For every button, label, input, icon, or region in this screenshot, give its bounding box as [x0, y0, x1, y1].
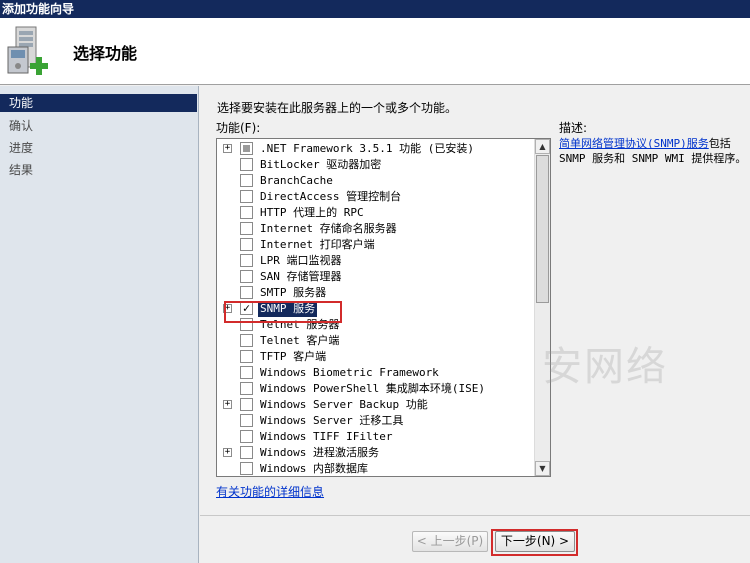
- feature-label: Windows 内部数据库: [260, 462, 368, 475]
- feature-row[interactable]: TFTP 客户端: [217, 349, 535, 365]
- wizard-footer: < 上一步(P) 下一步(N) >: [200, 515, 750, 563]
- feature-checkbox[interactable]: [240, 270, 253, 283]
- description-link[interactable]: 简单网络管理协议(SNMP)服务: [559, 137, 709, 150]
- feature-label: Internet 存储命名服务器: [260, 222, 397, 235]
- feature-label: HTTP 代理上的 RPC: [260, 206, 364, 219]
- server-add-icon: [7, 26, 48, 75]
- feature-label: Windows 进程激活服务: [260, 446, 379, 459]
- feature-label: DirectAccess 管理控制台: [260, 190, 402, 203]
- feature-row[interactable]: SAN 存储管理器: [217, 269, 535, 285]
- feature-label: SMTP 服务器: [260, 286, 327, 299]
- description-text-2: SNMP 服务和 SNMP WMI 提供程序。: [559, 152, 747, 165]
- feature-label: .NET Framework 3.5.1 功能 (已安装): [260, 142, 474, 155]
- feature-label: Windows Server 迁移工具: [260, 414, 404, 427]
- more-info-link[interactable]: 有关功能的详细信息: [216, 483, 324, 500]
- feature-row[interactable]: Windows PowerShell 集成脚本环境(ISE): [217, 381, 535, 397]
- nav-item-confirm[interactable]: 确认: [0, 117, 197, 135]
- feature-row[interactable]: + Windows 进程激活服务: [217, 445, 535, 461]
- description-label: 描述:: [559, 121, 588, 135]
- feature-checkbox[interactable]: [240, 174, 253, 187]
- page-title: 选择功能: [73, 44, 138, 63]
- feature-label: Telnet 客户端: [260, 334, 340, 347]
- feature-checkbox[interactable]: [240, 382, 253, 395]
- features-label: 功能(F):: [216, 121, 261, 135]
- feature-row[interactable]: SMTP 服务器: [217, 285, 535, 301]
- feature-checkbox[interactable]: [240, 430, 253, 443]
- feature-checkbox[interactable]: [240, 238, 253, 251]
- feature-row[interactable]: Windows Server 迁移工具: [217, 413, 535, 429]
- wizard-header: 选择功能: [0, 18, 750, 85]
- highlight-annotation-next: [491, 529, 578, 556]
- feature-row[interactable]: Internet 存储命名服务器: [217, 221, 535, 237]
- feature-row[interactable]: HTTP 代理上的 RPC: [217, 205, 535, 221]
- feature-row[interactable]: Windows Biometric Framework: [217, 365, 535, 381]
- feature-row[interactable]: BitLocker 驱动器加密: [217, 157, 535, 173]
- feature-row[interactable]: Windows TIFF IFilter: [217, 429, 535, 445]
- previous-button[interactable]: < 上一步(P): [412, 531, 488, 552]
- feature-label: TFTP 客户端: [260, 350, 327, 363]
- feature-checkbox[interactable]: [240, 398, 253, 411]
- feature-checkbox[interactable]: [240, 462, 253, 475]
- feature-label: BranchCache: [260, 174, 333, 187]
- feature-checkbox[interactable]: [240, 190, 253, 203]
- feature-label: Windows TIFF IFilter: [260, 430, 393, 443]
- nav-item-results[interactable]: 结果: [0, 161, 197, 179]
- feature-label: Windows Biometric Framework: [260, 366, 439, 379]
- feature-row[interactable]: Telnet 客户端: [217, 333, 535, 349]
- nav-item-features[interactable]: 功能: [0, 94, 197, 112]
- feature-checkbox[interactable]: [240, 206, 253, 219]
- feature-row[interactable]: Internet 打印客户端: [217, 237, 535, 253]
- expand-icon[interactable]: +: [223, 400, 232, 409]
- feature-label: BitLocker 驱动器加密: [260, 158, 382, 171]
- feature-label: Windows PowerShell 集成脚本环境(ISE): [260, 382, 485, 395]
- feature-checkbox[interactable]: [240, 254, 253, 267]
- feature-checkbox[interactable]: [240, 222, 253, 235]
- feature-checkbox[interactable]: [240, 414, 253, 427]
- feature-row[interactable]: + Windows Server Backup 功能: [217, 397, 535, 413]
- feature-label: Windows Server Backup 功能: [260, 398, 428, 411]
- vertical-scrollbar[interactable]: ▲ ▼: [534, 139, 550, 476]
- feature-checkbox[interactable]: [240, 286, 253, 299]
- expand-icon[interactable]: +: [223, 144, 232, 153]
- feature-row[interactable]: BranchCache: [217, 173, 535, 189]
- feature-row[interactable]: LPR 端口监视器: [217, 253, 535, 269]
- nav-item-progress[interactable]: 进度: [0, 139, 197, 157]
- watermark-text: 安网络: [542, 344, 668, 390]
- feature-row[interactable]: DirectAccess 管理控制台: [217, 189, 535, 205]
- feature-checkbox[interactable]: [240, 366, 253, 379]
- scroll-up-icon[interactable]: ▲: [535, 139, 550, 154]
- feature-checkbox[interactable]: [240, 142, 253, 155]
- feature-checkbox[interactable]: [240, 334, 253, 347]
- feature-checkbox[interactable]: [240, 446, 253, 459]
- feature-row[interactable]: + .NET Framework 3.5.1 功能 (已安装): [217, 141, 535, 157]
- feature-checkbox[interactable]: [240, 350, 253, 363]
- feature-label: SAN 存储管理器: [260, 270, 342, 283]
- window-title: 添加功能向导: [0, 0, 750, 18]
- feature-checkbox[interactable]: [240, 158, 253, 171]
- instruction-text: 选择要安装在此服务器上的一个或多个功能。: [217, 101, 458, 115]
- highlight-annotation-snmp: [224, 301, 342, 323]
- expand-icon[interactable]: +: [223, 448, 232, 457]
- wizard-nav: 功能 确认 进度 结果: [0, 86, 199, 563]
- feature-label: Internet 打印客户端: [260, 238, 375, 251]
- feature-row[interactable]: Windows 内部数据库: [217, 461, 535, 476]
- description-body: 简单网络管理协议(SNMP)服务包括 SNMP 服务和 SNMP WMI 提供程…: [559, 136, 749, 166]
- feature-label: LPR 端口监视器: [260, 254, 342, 267]
- scroll-down-icon[interactable]: ▼: [535, 461, 550, 476]
- description-text-1: 包括: [708, 137, 731, 150]
- main-panel: 选择要安装在此服务器上的一个或多个功能。 功能(F): 描述: 简单网络管理协议…: [200, 86, 750, 563]
- scroll-thumb[interactable]: [536, 155, 549, 303]
